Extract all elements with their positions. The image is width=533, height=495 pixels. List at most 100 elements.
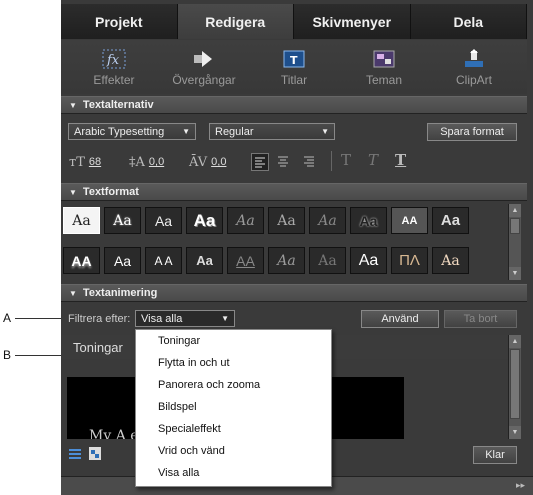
text-style-swatch[interactable]: Aa [104,207,141,234]
fx-icon: fx [102,47,126,71]
text-style-plain-button[interactable]: T [341,151,351,169]
menu-item-specialeffekt[interactable]: Specialeffekt [136,418,331,440]
filter-value: Visa alla [141,312,183,325]
animation-scrollbar[interactable]: ▲ ▼ [508,335,521,439]
text-style-swatch[interactable]: Aa [227,207,264,234]
section-title: Textalternativ [82,99,154,111]
leading-control[interactable]: ‡A 0,0 [129,152,164,172]
text-style-swatch[interactable]: Aa [63,207,100,234]
align-center-button[interactable] [275,153,293,171]
main-tabs: Projekt Redigera Skivmenyer Dela [61,4,527,39]
text-style-swatch[interactable]: Aa [268,207,305,234]
text-style-swatch[interactable]: Aa [350,247,387,274]
tab-skivmenyer[interactable]: Skivmenyer [294,4,411,39]
textformat-scrollbar[interactable]: ▲ ▼ [508,204,521,280]
menu-item-flytta-in-och-ut[interactable]: Flytta in och ut [136,352,331,374]
text-style-swatch[interactable]: Aa [309,207,346,234]
tab-projekt[interactable]: Projekt [61,4,178,39]
teman-button[interactable]: Teman [344,40,424,94]
text-style-swatch[interactable]: AA [227,247,264,274]
text-style-swatch[interactable]: Aa [350,207,387,234]
chevron-down-icon: ▼ [321,127,329,136]
text-style-swatch[interactable]: Aa [104,247,141,274]
titlar-button[interactable]: T Titlar [254,40,334,94]
text-style-swatch[interactable]: AA [391,207,428,234]
button-label: Klar [485,449,505,461]
button-label: Ta bort [463,313,498,325]
align-left-button[interactable] [251,153,269,171]
save-format-button[interactable]: Spara format [427,123,517,141]
leading-icon: ‡A [129,154,145,170]
tool-label: ClipArt [455,73,492,87]
font-style-value: Regular [215,125,254,138]
kerning-control[interactable]: ĀV 0,0 [189,152,226,172]
font-family-value: Arabic Typesetting [74,125,165,138]
scroll-thumb[interactable] [510,349,520,419]
transition-arrow-icon [192,47,216,71]
menu-item-bildspel[interactable]: Bildspel [136,396,331,418]
text-style-swatch[interactable]: AA [63,247,100,274]
clipart-button[interactable]: ClipArt [434,40,514,94]
text-style-swatch[interactable]: A A [145,247,182,274]
text-style-swatch[interactable]: Aa [186,247,223,274]
effekter-button[interactable]: fx Effekter [74,40,154,94]
textanimering-header[interactable]: ▼ Textanimering [61,284,527,302]
overgangar-button[interactable]: Övergångar [164,40,244,94]
expand-arrows-icon[interactable]: ▸▸ [516,480,525,491]
tab-redigera[interactable]: Redigera [177,4,294,39]
themes-icon [372,47,396,71]
font-style-select[interactable]: Regular ▼ [209,123,335,140]
edit-toolbar: fx Effekter Övergångar T Titlar Teman Cl… [61,40,527,94]
thumbnail-view-icon[interactable] [88,446,102,464]
list-view-icon[interactable] [68,447,82,464]
menu-item-vrid-och-vand[interactable]: Vrid och vänd [136,440,331,462]
text-style-swatch[interactable]: Aa [268,247,305,274]
text-style-swatch[interactable]: Aa [432,247,469,274]
leading-value[interactable]: 0,0 [149,156,164,168]
titles-icon: T [282,47,306,71]
menu-item-visa-alla[interactable]: Visa alla [136,462,331,484]
chevron-down-icon: ▼ [221,314,229,323]
scroll-up-icon[interactable]: ▲ [509,204,521,217]
kerning-value[interactable]: 0,0 [211,156,226,168]
text-style-swatch[interactable]: Aa [186,207,223,234]
font-size-value[interactable]: 68 [89,156,101,168]
tab-dela[interactable]: Dela [410,4,527,39]
text-style-swatch[interactable]: Aa [145,207,182,234]
category-tab-toningar[interactable]: Toningar [73,340,123,355]
scroll-up-icon[interactable]: ▲ [509,335,521,348]
font-size-control[interactable]: тT 68 [69,152,101,172]
scroll-down-icon[interactable]: ▼ [509,426,521,439]
divider [331,151,332,171]
text-style-underline-button[interactable]: T [395,151,406,169]
font-family-select[interactable]: Arabic Typesetting ▼ [68,123,196,140]
svg-text:fx: fx [106,53,120,68]
collapse-triangle-icon: ▼ [69,288,77,298]
button-label: Spara format [440,126,504,138]
align-right-icon [304,156,314,167]
align-right-button[interactable] [301,153,319,171]
scroll-down-icon[interactable]: ▼ [509,267,521,280]
tab-label: Redigera [205,13,266,30]
tool-label: Effekter [93,73,135,87]
tool-label: Teman [365,73,403,87]
scroll-thumb[interactable] [510,218,520,234]
tool-label: Övergångar [172,73,236,87]
text-style-grid: Aa Aa Aa Aa Aa Aa Aa Aa AA Aa AA Aa A A … [63,207,508,274]
svg-text:T: T [290,54,298,67]
tab-label: Dela [453,13,484,30]
done-button[interactable]: Klar [473,446,517,464]
apply-button[interactable]: Använd [361,310,439,328]
menu-item-toningar[interactable]: Toningar [136,330,331,352]
menu-item-panorera-och-zooma[interactable]: Panorera och zooma [136,374,331,396]
collapse-triangle-icon: ▼ [69,187,77,197]
textalternativ-header[interactable]: ▼ Textalternativ [61,96,527,114]
textformat-header[interactable]: ▼ Textformat [61,183,527,201]
text-style-swatch[interactable]: Aa [432,207,469,234]
text-style-swatch[interactable]: Aa [309,247,346,274]
filter-select[interactable]: Visa alla ▼ [135,310,235,327]
section-title: Textformat [82,186,139,198]
text-style-swatch[interactable]: ΠΛ [391,247,428,274]
text-style-italic-button[interactable]: T [368,151,378,169]
tool-label: Titlar [280,73,308,87]
